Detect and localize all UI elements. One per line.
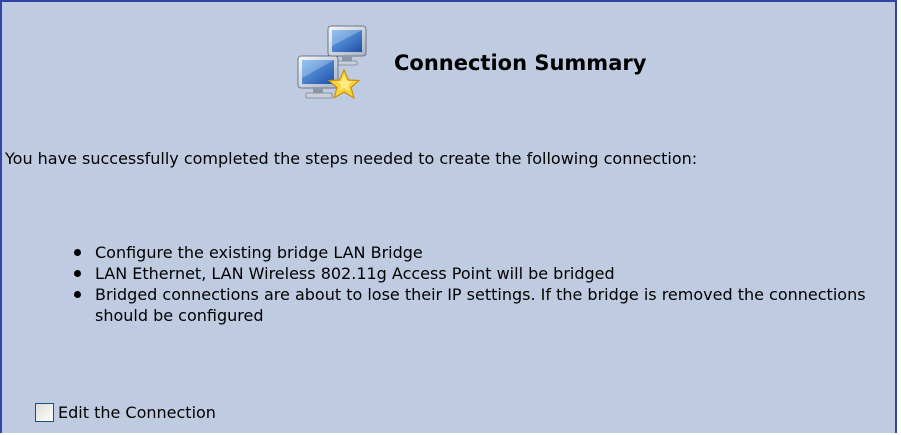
page-title: Connection Summary — [394, 51, 647, 75]
bullet-icon — [74, 291, 81, 298]
list-item-text: Configure the existing bridge LAN Bridge — [95, 243, 423, 262]
edit-connection-checkbox[interactable] — [35, 402, 54, 422]
list-item: Bridged connections are about to lose th… — [2, 284, 899, 326]
summary-list: Configure the existing bridge LAN Bridge… — [2, 242, 899, 326]
connection-summary-panel: Connection Summary You have successfully… — [0, 0, 897, 433]
bullet-icon — [74, 270, 81, 277]
intro-text: You have successfully completed the step… — [5, 149, 698, 168]
page-header: Connection Summary — [2, 2, 895, 114]
list-item-text: LAN Ethernet, LAN Wireless 802.11g Acces… — [95, 264, 615, 283]
list-item: LAN Ethernet, LAN Wireless 802.11g Acces… — [2, 263, 899, 284]
list-item-text: Bridged connections are about to lose th… — [95, 285, 866, 325]
edit-connection-label[interactable]: Edit the Connection — [58, 403, 216, 422]
network-connection-wizard-icon — [288, 18, 382, 108]
edit-connection-option[interactable]: Edit the Connection — [35, 400, 216, 424]
bullet-icon — [74, 249, 81, 256]
list-item: Configure the existing bridge LAN Bridge — [2, 242, 899, 263]
